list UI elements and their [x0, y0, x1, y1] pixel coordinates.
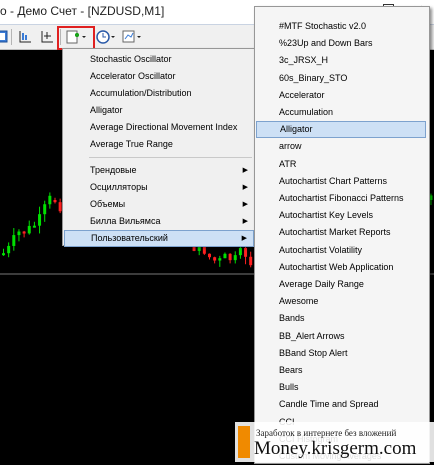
submenu-arrow-icon: ▶ — [242, 167, 248, 174]
custom-indicator-item[interactable]: Alligator — [256, 121, 426, 139]
submenu-arrow-icon: ▶ — [242, 218, 248, 225]
window-title: о - Демо Счет - [NZDUSD,M1] — [0, 4, 165, 18]
custom-indicator-item[interactable]: Accumulation — [256, 104, 426, 121]
bull-candle — [233, 255, 237, 261]
bull-candle — [27, 225, 31, 234]
bear-candle — [213, 257, 217, 261]
bear-candle — [228, 253, 232, 261]
group-label: Объемы — [90, 199, 126, 209]
bull-candle — [7, 245, 11, 254]
bear-candle — [53, 200, 57, 203]
group-label: Трендовые — [90, 165, 137, 175]
submenu-arrow-icon: ▶ — [242, 184, 248, 191]
bear-candle — [249, 256, 253, 266]
custom-indicator-item[interactable]: Awesome — [256, 293, 426, 310]
menu-separator — [89, 157, 252, 158]
custom-indicator-item[interactable]: Bears — [256, 362, 426, 379]
bull-candle — [43, 204, 47, 215]
group-label: Билла Вильямса — [90, 216, 161, 226]
indicators-group-item[interactable]: Осцилляторы ▶ — [64, 179, 254, 196]
clock-icon[interactable] — [96, 29, 115, 44]
custom-indicator-item[interactable]: Autochartist Key Levels — [256, 207, 426, 224]
bull-candle — [12, 235, 16, 246]
custom-indicator-item[interactable]: %23Up and Down Bars — [256, 35, 426, 52]
bull-candle — [32, 225, 36, 228]
bull-candle — [238, 247, 242, 256]
bear-candle — [22, 231, 26, 234]
site-watermark: Заработок в интернете без вложений Money… — [235, 422, 434, 462]
custom-indicator-item[interactable]: Accelerator — [256, 87, 426, 104]
bull-candle — [223, 253, 227, 259]
group-label: Пользовательский — [91, 233, 168, 243]
indicators-menu-item[interactable]: Accumulation/Distribution — [64, 85, 254, 102]
custom-indicator-item[interactable]: 3c_JRSX_H — [256, 52, 426, 69]
bull-candle — [218, 258, 222, 261]
custom-indicator-item[interactable]: Average Daily Range — [256, 276, 426, 293]
custom-indicator-item[interactable]: Bands — [256, 310, 426, 327]
custom-indicator-item[interactable]: BB_Alert Arrows — [256, 328, 426, 345]
custom-indicator-item[interactable]: Autochartist Volatility — [256, 242, 426, 259]
indicators-menu-item[interactable]: Accelerator Oscillator — [64, 68, 254, 85]
watermark-tagline: Заработок в интернете без вложений — [256, 428, 397, 438]
watermark-site-name: Money.krisgerm.com — [254, 438, 417, 459]
indicators-menu-item[interactable]: Alligator — [64, 102, 254, 119]
bear-candle — [244, 247, 248, 257]
indicators-button-highlight-frame — [57, 26, 95, 50]
custom-indicator-item[interactable]: Candle Time and Spread — [256, 396, 426, 413]
templates-icon[interactable] — [122, 29, 141, 44]
crosshair-icon[interactable] — [39, 29, 55, 44]
indicators-menu-item[interactable]: Average True Range — [64, 136, 254, 153]
custom-indicator-item[interactable]: Autochartist Chart Patterns — [256, 173, 426, 190]
indicators-menu: Stochastic Oscillator Accelerator Oscilla… — [62, 48, 257, 247]
indicators-group-item[interactable]: Пользовательский ▶ — [64, 230, 254, 247]
custom-indicator-item[interactable]: 60s_Binary_STO — [256, 70, 426, 87]
bull-candle — [2, 253, 5, 256]
custom-indicator-item[interactable]: Autochartist Fibonacci Patterns — [256, 190, 426, 207]
period-separator-icon[interactable] — [17, 29, 33, 44]
indicators-group-item[interactable]: Трендовые ▶ — [64, 162, 254, 179]
custom-indicator-item[interactable]: Autochartist Market Reports — [256, 224, 426, 241]
indicators-menu-item[interactable]: Average Directional Movement Index — [64, 119, 254, 136]
custom-indicator-item[interactable]: Autochartist Web Application — [256, 259, 426, 276]
bull-candle — [38, 214, 42, 226]
bull-candle — [17, 231, 21, 236]
toolbar-separator — [11, 29, 12, 45]
group-label: Осцилляторы — [90, 182, 148, 192]
custom-indicators-submenu: #MTF Stochastic v2.0 %23Up and Down Bars 3… — [254, 6, 430, 464]
custom-indicator-item[interactable]: ATR — [256, 156, 426, 173]
custom-indicator-item[interactable]: arrow — [256, 138, 426, 155]
custom-indicator-item[interactable]: BBand Stop Alert — [256, 345, 426, 362]
indicators-group-item[interactable]: Объемы ▶ — [64, 196, 254, 213]
custom-indicator-item[interactable]: #MTF Stochastic v2.0 — [256, 18, 426, 35]
custom-indicator-item[interactable]: Bulls — [256, 379, 426, 396]
watermark-logo-icon — [238, 426, 250, 458]
indicators-menu-item[interactable]: Stochastic Oscillator — [64, 51, 254, 68]
submenu-arrow-icon: ▶ — [241, 235, 247, 242]
indicators-group-item[interactable]: Билла Вильямса ▶ — [64, 213, 254, 230]
bear-candle — [208, 253, 211, 258]
bull-candle — [48, 195, 52, 205]
submenu-arrow-icon: ▶ — [242, 201, 248, 208]
